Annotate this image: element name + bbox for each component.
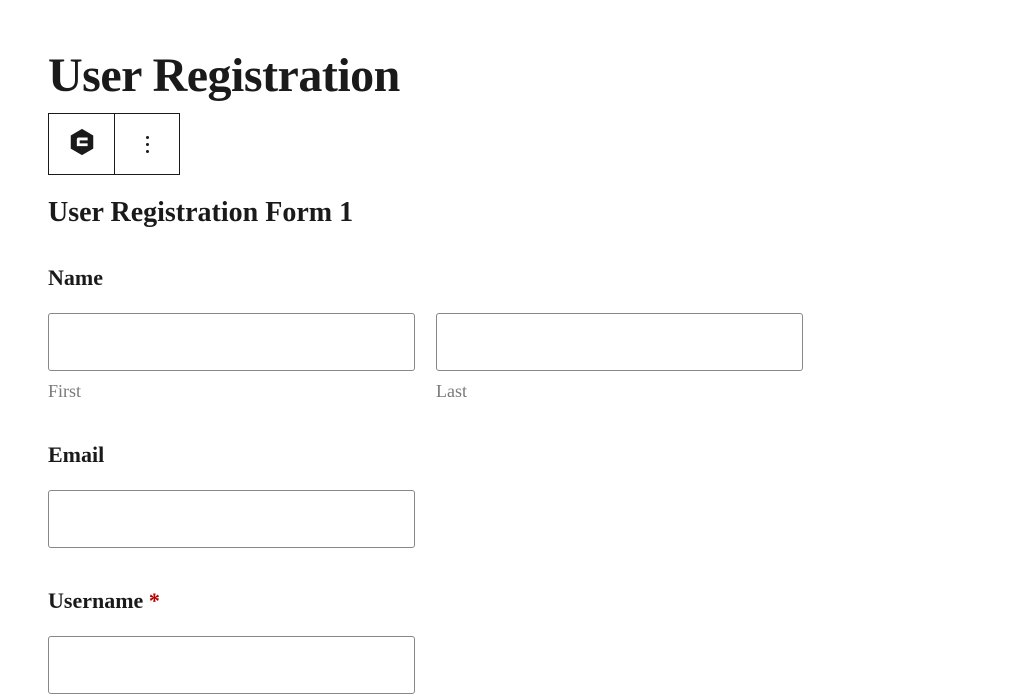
first-name-col: First — [48, 313, 415, 402]
block-toolbar — [48, 113, 180, 175]
email-field-group: Email — [48, 442, 1024, 548]
last-name-col: Last — [436, 313, 803, 402]
username-label-text: Username — [48, 588, 143, 613]
username-input[interactable] — [48, 636, 415, 694]
page-title: User Registration — [48, 48, 1024, 103]
required-indicator: * — [149, 588, 160, 613]
last-name-input[interactable] — [436, 313, 803, 371]
more-options-button[interactable] — [114, 114, 179, 174]
gravity-forms-icon — [67, 127, 97, 162]
block-type-button[interactable] — [49, 114, 114, 174]
username-field-group: Username * — [48, 588, 1024, 694]
name-field-group: Name First Last — [48, 265, 1024, 402]
email-label: Email — [48, 442, 1024, 468]
more-vertical-icon — [146, 136, 149, 153]
email-input[interactable] — [48, 490, 415, 548]
first-name-sublabel: First — [48, 381, 415, 402]
username-label: Username * — [48, 588, 1024, 614]
name-label: Name — [48, 265, 1024, 291]
name-row: First Last — [48, 313, 1024, 402]
last-name-sublabel: Last — [436, 381, 803, 402]
form-title: User Registration Form 1 — [48, 197, 1024, 229]
first-name-input[interactable] — [48, 313, 415, 371]
